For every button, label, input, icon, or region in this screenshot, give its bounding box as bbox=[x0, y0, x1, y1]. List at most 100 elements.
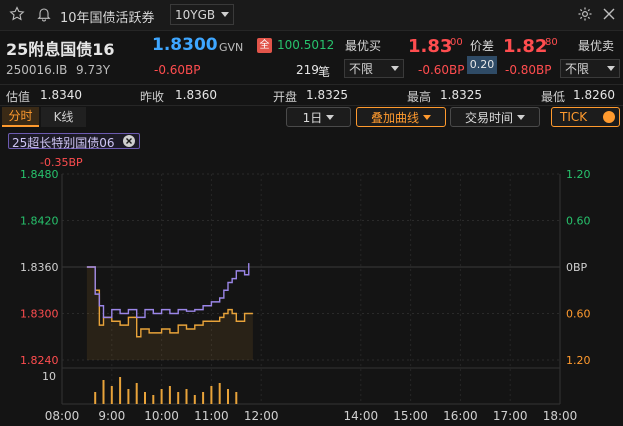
y-right-tick: 1.20 bbox=[566, 168, 591, 181]
volume-bar bbox=[193, 395, 196, 404]
tab-intraday[interactable]: 分时 bbox=[2, 107, 39, 127]
volume-tick: 10 bbox=[42, 370, 56, 383]
stat-prev-close-value: 1.8360 bbox=[175, 88, 217, 102]
stat-high-value: 1.8325 bbox=[440, 88, 482, 102]
bond-name: 25附息国债16 bbox=[6, 40, 115, 59]
settings-icon[interactable] bbox=[577, 6, 593, 22]
best-buy-label: 最优买 bbox=[345, 39, 382, 53]
trade-count-unit: 笔 bbox=[318, 65, 331, 79]
best-sell-filter[interactable]: 不限 bbox=[560, 59, 620, 78]
best-buy-filter[interactable]: 不限 bbox=[344, 59, 404, 78]
best-buy-change: -0.60BP bbox=[418, 63, 465, 77]
spread-value: 0.20 bbox=[467, 56, 497, 74]
chevron-down-icon bbox=[423, 114, 431, 120]
stat-prev-close-label: 昨收 bbox=[140, 90, 165, 104]
x-tick: 17:00 bbox=[493, 409, 528, 423]
tick-toggle-label: TICK bbox=[560, 110, 588, 124]
chevron-down-icon bbox=[517, 114, 525, 120]
chevron-down-icon bbox=[607, 66, 615, 71]
star-icon[interactable] bbox=[9, 6, 25, 22]
volume-bar bbox=[177, 392, 180, 404]
x-tick: 9:00 bbox=[98, 409, 125, 423]
tick-toggle[interactable]: TICK bbox=[551, 107, 620, 127]
last-price: 1.8300 bbox=[152, 35, 218, 55]
volume-bar bbox=[227, 389, 229, 404]
header-title: 10年国债活跃券 bbox=[60, 11, 155, 26]
x-tick: 18:00 bbox=[543, 409, 578, 423]
best-sell-filter-value: 不限 bbox=[565, 62, 590, 76]
stat-valuation-label: 估值 bbox=[6, 90, 31, 104]
volume-bar bbox=[127, 389, 130, 404]
overlay-curve-label: 叠加曲线 bbox=[370, 110, 419, 125]
volume-bar bbox=[119, 377, 122, 404]
intraday-chart[interactable]: -0.35BP1.8480 1.201.8420 0.601.8360 0BP1.83… bbox=[0, 154, 623, 426]
volume-bar bbox=[94, 392, 97, 404]
best-buy-price-sub: 00 bbox=[450, 37, 463, 48]
instrument-dropdown-value: 10YGB bbox=[175, 7, 216, 22]
x-tick: 08:00 bbox=[45, 409, 80, 423]
best-sell-price[interactable]: 1.82 bbox=[503, 36, 547, 57]
stat-open-label: 开盘 bbox=[273, 90, 298, 104]
trade-count: 219 bbox=[296, 63, 319, 77]
y-right-tick: 0BP bbox=[566, 261, 588, 274]
volume-bar bbox=[168, 386, 171, 404]
close-icon[interactable] bbox=[601, 6, 617, 22]
y-left-tick: 1.8240 bbox=[20, 354, 59, 367]
chevron-down-icon bbox=[221, 12, 229, 17]
volume-bar bbox=[144, 392, 146, 404]
volume-bar bbox=[185, 389, 188, 404]
x-tick: 10:00 bbox=[144, 409, 179, 423]
period-dropdown-value: 1日 bbox=[302, 110, 323, 125]
volume-bar bbox=[102, 380, 105, 404]
trade-time-dropdown[interactable]: 交易时间 bbox=[450, 107, 540, 127]
period-dropdown[interactable]: 1日 bbox=[286, 107, 351, 127]
stat-valuation-value: 1.8340 bbox=[40, 88, 82, 102]
y-right-tick: 0.60 bbox=[566, 308, 591, 321]
overlay-tag-close-icon[interactable] bbox=[123, 135, 135, 147]
y-left-tick: 1.8480 bbox=[20, 168, 59, 181]
best-sell-price-sub: 80 bbox=[545, 37, 558, 48]
y-right-tick: 0.60 bbox=[566, 215, 591, 228]
volume-bar bbox=[135, 383, 138, 404]
volume-bar bbox=[235, 392, 238, 404]
volume-bar bbox=[218, 383, 221, 404]
volume-bar bbox=[152, 395, 155, 404]
x-tick: 15:00 bbox=[393, 409, 428, 423]
stat-high-label: 最高 bbox=[407, 90, 432, 104]
y-left-tick: 1.8420 bbox=[20, 215, 59, 228]
stat-low-value: 1.8260 bbox=[573, 88, 615, 102]
y-right-tick: 1.20 bbox=[566, 354, 591, 367]
bond-code: 250016.IB bbox=[6, 63, 68, 77]
overlay-tag-label: 25超长特别国债06 bbox=[12, 136, 115, 150]
y-left-tick: 1.8360 bbox=[20, 261, 59, 274]
stat-low-label: 最低 bbox=[541, 90, 566, 104]
x-tick: 12:00 bbox=[244, 409, 279, 423]
volume-bar bbox=[202, 392, 205, 404]
instrument-dropdown[interactable]: 10YGB bbox=[170, 4, 234, 25]
best-buy-filter-value: 不限 bbox=[349, 62, 374, 76]
toggle-knob-icon bbox=[603, 111, 615, 123]
best-sell-change: -0.80BP bbox=[505, 63, 552, 77]
chevron-down-icon bbox=[391, 66, 399, 71]
best-sell-label: 最优卖 bbox=[578, 39, 615, 53]
valuation-price: 100.5012 bbox=[277, 38, 335, 52]
volume-bar bbox=[160, 389, 163, 404]
overlay-curve-dropdown[interactable]: 叠加曲线 bbox=[356, 107, 446, 127]
volume-bar bbox=[210, 386, 213, 404]
x-tick: 16:00 bbox=[443, 409, 478, 423]
volume-bar bbox=[110, 386, 113, 404]
tab-kline[interactable]: K线 bbox=[41, 107, 86, 127]
x-tick: 11:00 bbox=[194, 409, 229, 423]
bell-icon[interactable] bbox=[36, 6, 52, 22]
chevron-down-icon bbox=[326, 114, 335, 120]
stat-open-value: 1.8325 bbox=[306, 88, 348, 102]
y-left-tick: 1.8300 bbox=[20, 308, 59, 321]
trade-time-label: 交易时间 bbox=[464, 110, 513, 125]
price-unit: GVN bbox=[219, 41, 244, 54]
valuation-badge: 全 bbox=[257, 38, 272, 53]
x-tick: 14:00 bbox=[344, 409, 379, 423]
spread-label: 价差 bbox=[470, 39, 495, 53]
best-buy-price[interactable]: 1.83 bbox=[408, 36, 452, 57]
overlay-series-line bbox=[86, 263, 250, 319]
price-change: -0.60BP bbox=[154, 63, 201, 77]
